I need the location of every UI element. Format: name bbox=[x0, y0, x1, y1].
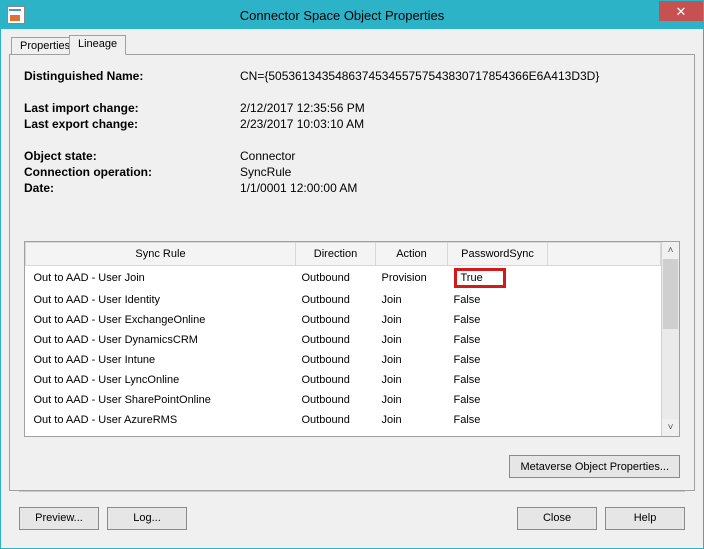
cell-sync-rule: Out to AAD - User ExchangeOnline bbox=[26, 310, 296, 330]
cell-action: Join bbox=[376, 410, 448, 430]
last-export-label: Last export change: bbox=[24, 117, 234, 131]
close-icon: ✕ bbox=[676, 5, 687, 18]
cell-action: Join bbox=[376, 390, 448, 410]
table-row[interactable]: Out to AAD - User IntuneOutboundJoinFals… bbox=[26, 350, 661, 370]
col-sync-rule[interactable]: Sync Rule bbox=[26, 243, 296, 266]
app-icon bbox=[7, 6, 25, 24]
cell-sync-rule: Out to AAD - User LyncOnline bbox=[26, 370, 296, 390]
log-button[interactable]: Log... bbox=[107, 507, 187, 530]
cell-spacer bbox=[548, 266, 661, 291]
cell-action: Join bbox=[376, 330, 448, 350]
table-header-row: Sync Rule Direction Action PasswordSync bbox=[26, 243, 661, 266]
table-row[interactable]: Out to AAD - User SharePointOnlineOutbou… bbox=[26, 390, 661, 410]
cell-action: Join bbox=[376, 350, 448, 370]
tabstrip: Properties Lineage bbox=[9, 35, 695, 55]
cell-sync-rule: Out to AAD - User Identity bbox=[26, 290, 296, 310]
tab-lineage[interactable]: Lineage bbox=[69, 35, 126, 55]
table-row[interactable]: Out to AAD - User ExchangeOnlineOutbound… bbox=[26, 310, 661, 330]
scroll-thumb[interactable] bbox=[663, 259, 678, 329]
last-import-value: 2/12/2017 12:35:56 PM bbox=[240, 101, 680, 115]
conn-op-label: Connection operation: bbox=[24, 165, 234, 179]
cell-sync-rule: Out to AAD - User SharePointOnline bbox=[26, 390, 296, 410]
cell-action: Join bbox=[376, 370, 448, 390]
cell-direction: Outbound bbox=[296, 370, 376, 390]
cell-spacer bbox=[548, 310, 661, 330]
chevron-down-icon: ˅ bbox=[668, 422, 674, 433]
date-value: 1/1/0001 12:00:00 AM bbox=[240, 181, 680, 195]
cell-direction: Outbound bbox=[296, 350, 376, 370]
object-state-value: Connector bbox=[240, 149, 680, 163]
details-grid: Distinguished Name: CN={5053613435486374… bbox=[24, 69, 680, 195]
chevron-up-icon: ˄ bbox=[668, 245, 674, 256]
scroll-down-button[interactable]: ˅ bbox=[662, 419, 679, 436]
metaverse-object-properties-button[interactable]: Metaverse Object Properties... bbox=[509, 455, 680, 478]
table-row[interactable]: Out to AAD - User IdentityOutboundJoinFa… bbox=[26, 290, 661, 310]
preview-button[interactable]: Preview... bbox=[19, 507, 99, 530]
scroll-up-button[interactable]: ˄ bbox=[662, 242, 679, 259]
scroll-track[interactable] bbox=[662, 259, 679, 419]
window-close-button[interactable]: ✕ bbox=[659, 1, 703, 21]
last-export-value: 2/23/2017 10:03:10 AM bbox=[240, 117, 680, 131]
close-button[interactable]: Close bbox=[517, 507, 597, 530]
col-action[interactable]: Action bbox=[376, 243, 448, 266]
cell-spacer bbox=[548, 390, 661, 410]
cell-sync-rule: Out to AAD - User AzureRMS bbox=[26, 410, 296, 430]
table-row[interactable]: Out to AAD - User LyncOnlineOutboundJoin… bbox=[26, 370, 661, 390]
col-direction[interactable]: Direction bbox=[296, 243, 376, 266]
dn-label: Distinguished Name: bbox=[24, 69, 234, 83]
cell-spacer bbox=[548, 350, 661, 370]
cell-sync-rule: Out to AAD - User DynamicsCRM bbox=[26, 330, 296, 350]
tab-label: Properties bbox=[20, 40, 70, 52]
sync-rule-list: Sync Rule Direction Action PasswordSync … bbox=[24, 241, 680, 437]
help-button[interactable]: Help bbox=[605, 507, 685, 530]
last-import-label: Last import change: bbox=[24, 101, 234, 115]
table-row[interactable]: Out to AAD - User DynamicsCRMOutboundJoi… bbox=[26, 330, 661, 350]
conn-op-value: SyncRule bbox=[240, 165, 680, 179]
titlebar[interactable]: Connector Space Object Properties ✕ bbox=[1, 1, 703, 29]
cell-direction: Outbound bbox=[296, 390, 376, 410]
tab-label: Lineage bbox=[78, 38, 117, 50]
col-spacer bbox=[548, 243, 661, 266]
cell-password-sync: False bbox=[448, 350, 548, 370]
cell-sync-rule: Out to AAD - User Join bbox=[26, 266, 296, 291]
cell-action: Provision bbox=[376, 266, 448, 291]
cell-spacer bbox=[548, 330, 661, 350]
dn-value: CN={505361343548637453455757543830717854… bbox=[240, 69, 680, 83]
cell-action: Join bbox=[376, 310, 448, 330]
cell-direction: Outbound bbox=[296, 290, 376, 310]
cell-password-sync: False bbox=[448, 310, 548, 330]
cell-sync-rule: Out to AAD - User Intune bbox=[26, 350, 296, 370]
cell-action: Join bbox=[376, 290, 448, 310]
col-password-sync[interactable]: PasswordSync bbox=[448, 243, 548, 266]
date-label: Date: bbox=[24, 181, 234, 195]
cell-password-sync: False bbox=[448, 410, 548, 430]
cell-direction: Outbound bbox=[296, 266, 376, 291]
dialog-window: Connector Space Object Properties ✕ Prop… bbox=[0, 0, 704, 549]
cell-spacer bbox=[548, 410, 661, 430]
table-scrollbar[interactable]: ˄ ˅ bbox=[661, 242, 679, 436]
cell-password-sync: False bbox=[448, 330, 548, 350]
table-row[interactable]: Out to AAD - User JoinOutboundProvision T… bbox=[26, 266, 661, 291]
table-row[interactable]: Out to AAD - User AzureRMSOutboundJoinFa… bbox=[26, 410, 661, 430]
client-area: Properties Lineage Distinguished Name: C… bbox=[1, 29, 703, 548]
sync-rule-table[interactable]: Sync Rule Direction Action PasswordSync … bbox=[25, 242, 661, 430]
cell-password-sync: False bbox=[448, 290, 548, 310]
password-sync-highlight: True bbox=[454, 268, 506, 288]
cell-spacer bbox=[548, 370, 661, 390]
cell-direction: Outbound bbox=[296, 330, 376, 350]
cell-password-sync: False bbox=[448, 390, 548, 410]
lineage-panel: Distinguished Name: CN={5053613435486374… bbox=[9, 54, 695, 491]
cell-password-sync: True bbox=[448, 266, 548, 291]
cell-direction: Outbound bbox=[296, 410, 376, 430]
window-title: Connector Space Object Properties bbox=[25, 8, 659, 23]
object-state-label: Object state: bbox=[24, 149, 234, 163]
dialog-button-bar: Preview... Log... Close Help bbox=[9, 492, 695, 538]
cell-spacer bbox=[548, 290, 661, 310]
cell-password-sync: False bbox=[448, 370, 548, 390]
cell-direction: Outbound bbox=[296, 310, 376, 330]
